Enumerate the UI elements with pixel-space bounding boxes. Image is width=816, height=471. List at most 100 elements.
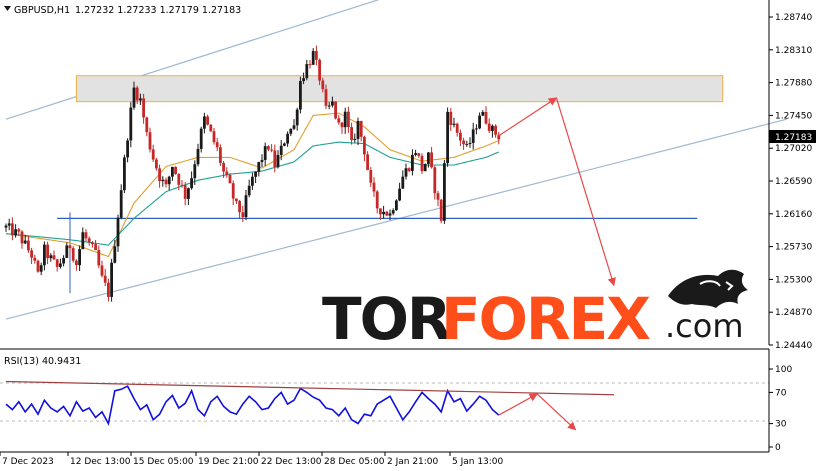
- resistance-zone: [75, 75, 724, 103]
- time-tick-label: 7 Dec 2023: [2, 457, 54, 467]
- candle-body: [187, 188, 190, 199]
- candle-body: [46, 244, 49, 259]
- price-tick-label: 1.28310: [775, 46, 812, 56]
- price-tick-label: 1.27880: [775, 79, 812, 89]
- candle-body: [283, 143, 286, 146]
- candle-body: [446, 111, 449, 164]
- candle-body: [318, 59, 321, 81]
- candle-body: [75, 260, 78, 266]
- candle-body: [196, 148, 200, 165]
- candle-body: [103, 275, 107, 283]
- candle-body: [215, 142, 219, 148]
- candle-body: [452, 123, 456, 125]
- candle-body: [468, 142, 472, 145]
- candle-body: [366, 154, 369, 170]
- candle-body: [241, 212, 245, 218]
- candle-body: [407, 168, 411, 171]
- candle-body: [4, 225, 8, 228]
- candle-body: [491, 125, 494, 131]
- candle-body: [174, 166, 177, 174]
- candle-body: [427, 152, 430, 164]
- candle-body: [382, 211, 385, 215]
- rsi-pane: RSI(13) 40.9431 100 70 30 0: [0, 349, 792, 453]
- candle-body: [113, 246, 117, 263]
- candle-body: [171, 166, 174, 177]
- price-tick-label: 1.25300: [775, 275, 812, 285]
- candle-body: [436, 193, 440, 200]
- candle-body: [180, 184, 184, 186]
- candle-body: [273, 150, 277, 168]
- candle-body: [455, 123, 459, 133]
- candle-body: [311, 51, 315, 65]
- price-tick-label: 1.26160: [775, 210, 812, 220]
- candle-body: [39, 265, 43, 272]
- candle-body: [331, 101, 334, 106]
- candle-body: [55, 259, 59, 267]
- candle-body: [235, 198, 238, 202]
- candle-body: [206, 116, 209, 125]
- candle-body: [356, 120, 360, 139]
- time-tick-label: 5 Jan 13:00: [452, 457, 504, 467]
- candle-body: [411, 154, 414, 171]
- candle-body: [481, 111, 485, 116]
- candle-body: [119, 190, 123, 218]
- time-tick-label: 2 Jan 21:00: [387, 457, 439, 467]
- candle-body: [52, 255, 56, 260]
- candle-body: [270, 149, 273, 151]
- time-tick-label: 12 Dec 13:00: [70, 457, 131, 467]
- candle-body: [135, 87, 139, 101]
- candle-body: [260, 159, 264, 162]
- price-tick-label: 1.28740: [775, 13, 812, 23]
- candle-body: [59, 263, 62, 267]
- candle-body: [459, 132, 462, 141]
- candle-body: [228, 174, 232, 184]
- candle-body: [276, 154, 280, 168]
- ohlc-label: 1.27232 1.27233 1.27179 1.27183: [75, 5, 241, 16]
- candle-body: [222, 163, 225, 172]
- candle-body: [139, 98, 142, 101]
- candle-body: [465, 144, 469, 146]
- candle-body: [321, 80, 325, 90]
- candle-body: [68, 245, 72, 249]
- resistance-zone-rect: [75, 75, 724, 103]
- candle-body: [327, 105, 331, 107]
- candle-body: [353, 138, 357, 141]
- candle-body: [254, 171, 257, 177]
- candle-body: [203, 116, 206, 129]
- candle-body: [209, 124, 213, 132]
- rsi-tick-label: 70: [775, 388, 787, 398]
- candle-body: [417, 153, 421, 156]
- candle-body: [420, 155, 424, 172]
- candle-body: [177, 173, 181, 185]
- candle-body: [379, 208, 382, 215]
- candle-body: [395, 200, 398, 211]
- candle-body: [475, 128, 478, 130]
- time-axis: 7 Dec 2023 12 Dec 13:00 15 Dec 05:00 19 Dec…: [0, 452, 504, 467]
- candle-body: [305, 64, 309, 79]
- candle-body: [23, 240, 27, 244]
- rsi-forecast-arrows: [498, 393, 577, 431]
- candle-body: [247, 185, 251, 196]
- candle-body: [286, 133, 289, 144]
- candle-body: [190, 178, 193, 189]
- price-tick-label: 1.27450: [775, 111, 812, 121]
- price-tick-label: 1.24440: [775, 341, 812, 351]
- candle-body: [11, 223, 14, 236]
- candle-body: [14, 229, 17, 236]
- candle-body: [363, 136, 366, 155]
- candle-body: [324, 89, 328, 106]
- candle-body: [375, 191, 379, 209]
- candle-body: [142, 98, 145, 118]
- candle-body: [295, 109, 299, 126]
- candle-body: [423, 163, 427, 172]
- candle-body: [219, 147, 222, 164]
- candle-body: [87, 238, 91, 243]
- time-tick-label: 15 Dec 05:00: [133, 457, 194, 467]
- candle-body: [43, 244, 46, 266]
- candle-body: [251, 176, 254, 186]
- candle-body: [36, 260, 40, 272]
- candle-body: [212, 131, 216, 143]
- candle-body: [430, 152, 433, 168]
- candle-body: [334, 101, 337, 119]
- candle-body: [279, 145, 283, 155]
